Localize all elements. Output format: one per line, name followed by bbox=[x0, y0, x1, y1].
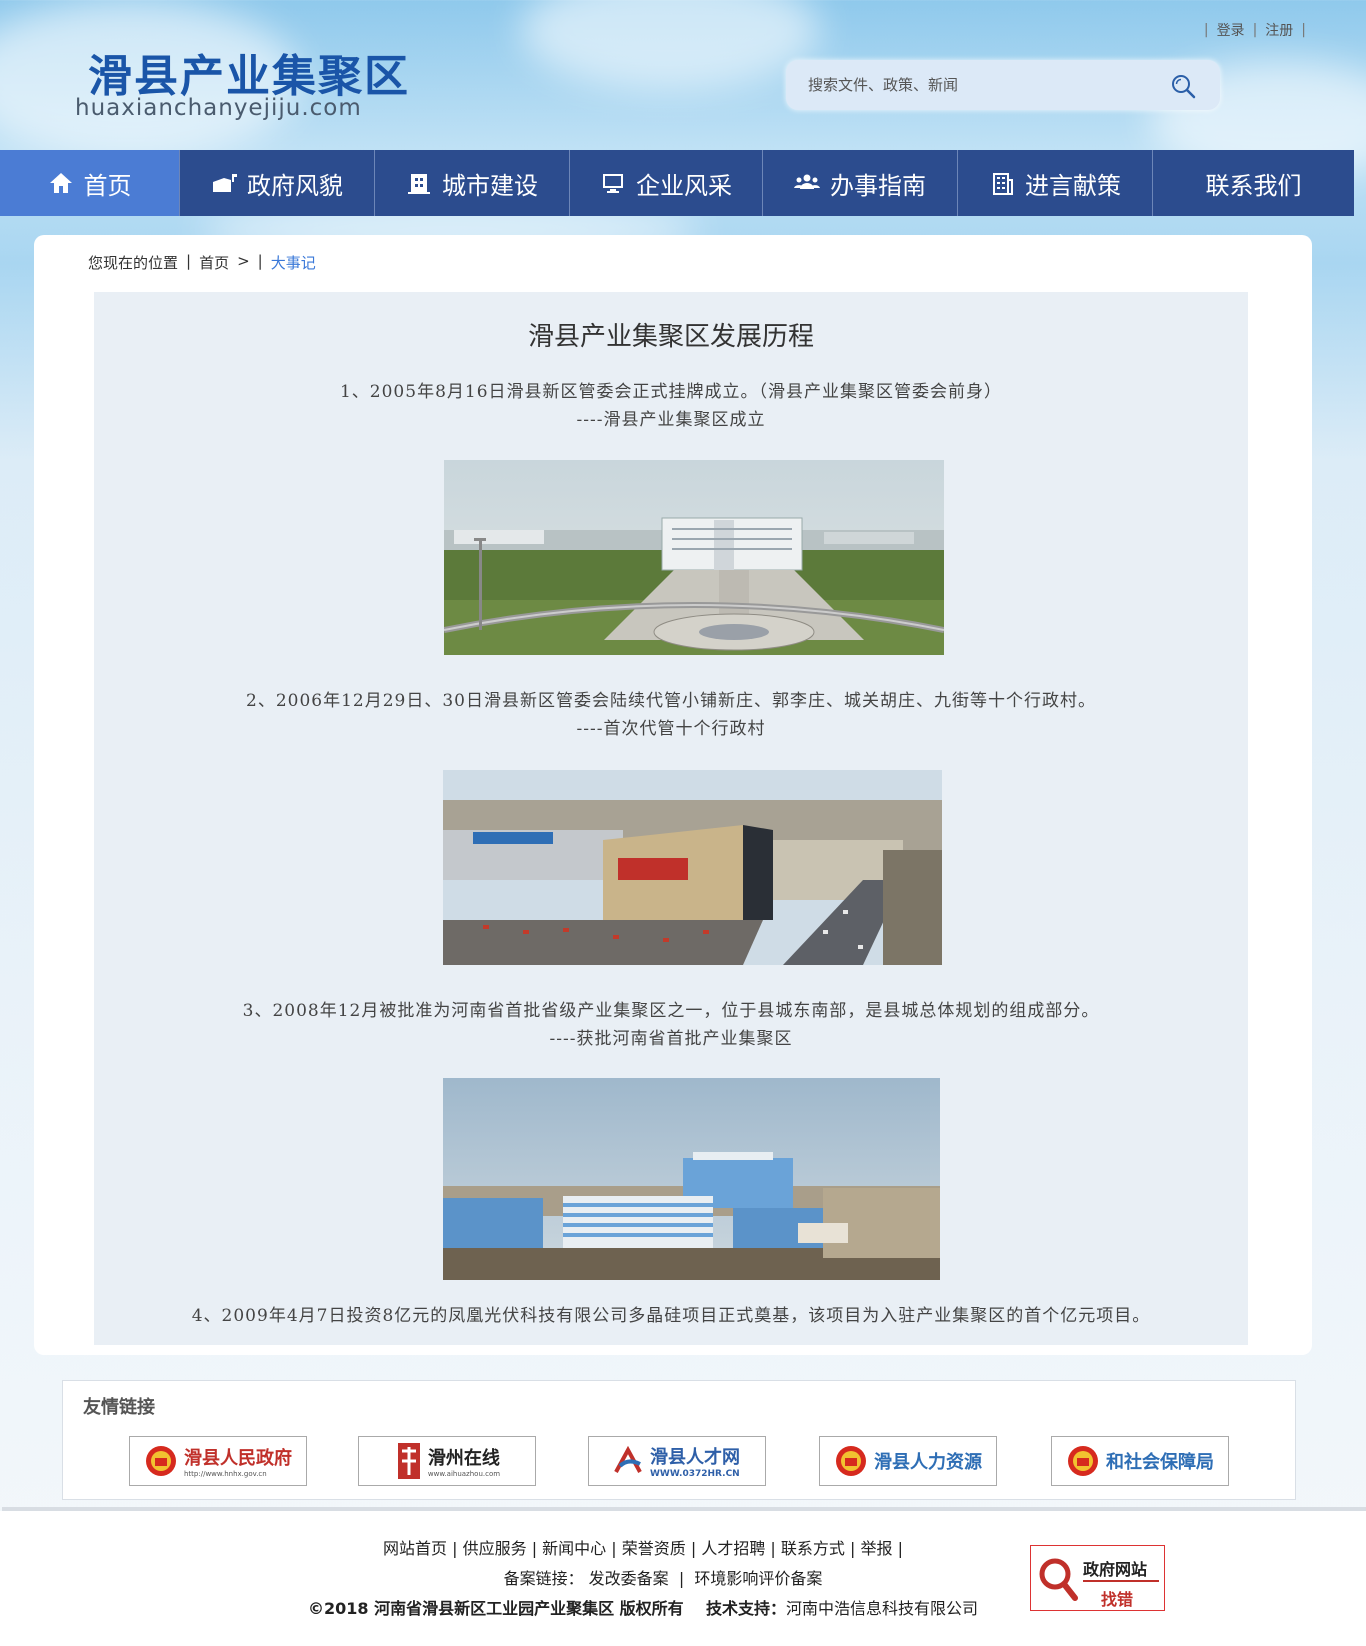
nav-item-label: 首页 bbox=[83, 171, 132, 200]
link-huaxian-hr[interactable]: 滑县人力资源 bbox=[819, 1436, 997, 1486]
nav-item-suggestions[interactable]: 进言献策 bbox=[958, 150, 1153, 216]
nav-item-label: 企业风采 bbox=[636, 171, 732, 200]
timeline-entry: 2、2006年12月29日、30日滑县新区管委会陆续代管小铺新庄、郭李庄、城关胡… bbox=[94, 687, 1248, 743]
copyright-text: ©2018 河南省滑县新区工业园产业聚集区 版权所有 bbox=[308, 1599, 684, 1618]
entry-text: 4、2009年4月7日投资8亿元的凤凰光伏科技有限公司多晶硅项目正式奠基，该项目… bbox=[191, 1306, 1151, 1326]
footer-link-home[interactable]: 网站首页 bbox=[383, 1539, 447, 1558]
link-name: 滑州在线 bbox=[427, 1448, 500, 1469]
building-icon bbox=[408, 174, 430, 194]
breadcrumb-current: 大事记 bbox=[270, 254, 316, 272]
nav-item-label: 城市建设 bbox=[442, 171, 538, 200]
link-url: WWW.0372HR.CN bbox=[650, 1469, 740, 1479]
badge-divider bbox=[1083, 1580, 1159, 1582]
link-url: www.aihuazhou.com bbox=[427, 1470, 501, 1478]
entry-subtitle: ----获批河南省首批产业集聚区 bbox=[549, 1029, 793, 1049]
national-emblem-icon bbox=[836, 1446, 866, 1476]
nav-item-label: 进言献策 bbox=[1025, 171, 1121, 200]
link-name: 滑县人力资源 bbox=[874, 1452, 982, 1473]
article-content: 滑县产业集聚区发展历程 1、2005年8月16日滑县新区管委会正式挂牌成立。（滑… bbox=[94, 292, 1248, 1345]
search-box bbox=[786, 60, 1220, 110]
breadcrumb-prefix: 您现在的位置 bbox=[88, 254, 179, 272]
footer-link-report[interactable]: 举报 bbox=[860, 1539, 892, 1558]
admin-building-photo bbox=[444, 460, 944, 655]
account-links: | 登录 | 注册 | bbox=[1204, 20, 1306, 40]
nav-item-contact[interactable]: 联系我们 bbox=[1153, 150, 1354, 216]
home-icon bbox=[49, 173, 72, 193]
entry-text: 1、2005年8月16日滑县新区管委会正式挂牌成立。（滑县产业集聚区管委会前身） bbox=[339, 382, 1003, 402]
beian-link-environment[interactable]: 环境影响评价备案 bbox=[694, 1569, 822, 1588]
separator: | bbox=[257, 252, 263, 270]
nav-item-city-construction[interactable]: 城市建设 bbox=[375, 150, 570, 216]
hospital-cityscape-photo bbox=[443, 1078, 940, 1280]
link-huazhou-online[interactable]: 滑州在线 www.aihuazhou.com bbox=[358, 1436, 536, 1486]
separator: | bbox=[1203, 22, 1209, 38]
city-logo-icon bbox=[397, 1443, 420, 1479]
link-name: 滑县人民政府 bbox=[184, 1448, 292, 1469]
timeline-entry: 1、2005年8月16日滑县新区管委会正式挂牌成立。（滑县产业集聚区管委会前身）… bbox=[94, 378, 1248, 434]
footer-link-news[interactable]: 新闻中心 bbox=[542, 1539, 606, 1558]
footer-link-contact[interactable]: 联系方式 bbox=[781, 1539, 845, 1558]
nav-item-enterprise[interactable]: 企业风采 bbox=[570, 150, 763, 216]
link-huaxian-talent[interactable]: 滑县人才网 WWW.0372HR.CN bbox=[588, 1436, 766, 1486]
friendly-links: 友情链接 滑县人民政府 http://www.hnhx.gov.cn 滑州在线 … bbox=[62, 1380, 1296, 1500]
breadcrumb: 您现在的位置 | 首页 > | 大事记 bbox=[88, 252, 316, 273]
badge-title: 政府网站 bbox=[1083, 1560, 1148, 1579]
article-title: 滑县产业集聚区发展历程 bbox=[527, 322, 814, 352]
talent-logo-icon bbox=[614, 1446, 642, 1473]
link-huaxian-government[interactable]: 滑县人民政府 http://www.hnhx.gov.cn bbox=[129, 1436, 307, 1486]
shopping-mall-photo bbox=[443, 770, 942, 965]
entry-text: 2、2006年12月29日、30日滑县新区管委会陆续代管小铺新庄、郭李庄、城关胡… bbox=[246, 691, 1096, 711]
magnifier-icon bbox=[1039, 1558, 1078, 1601]
footer-link-jobs[interactable]: 人才招聘 bbox=[701, 1539, 765, 1558]
badge-subtitle: 找错 bbox=[1101, 1590, 1134, 1609]
breadcrumb-home[interactable]: 首页 bbox=[199, 252, 229, 273]
nav-item-government[interactable]: 政府风貌 bbox=[180, 150, 375, 216]
entry-subtitle: ----首次代管十个行政村 bbox=[576, 719, 766, 739]
site-logo-domain: huaxianchanyejiju.com bbox=[75, 95, 362, 121]
monitor-icon bbox=[603, 174, 623, 193]
nav-item-label: 政府风貌 bbox=[247, 171, 343, 200]
nav-item-service-guide[interactable]: 办事指南 bbox=[763, 150, 958, 216]
beian-link-ndrc[interactable]: 发改委备案 bbox=[589, 1569, 669, 1588]
timeline-entry: 4、2009年4月7日投资8亿元的凤凰光伏科技有限公司多晶硅项目正式奠基，该项目… bbox=[94, 1302, 1248, 1330]
link-name: 和社会保障局 bbox=[1106, 1452, 1214, 1473]
national-emblem-icon bbox=[146, 1446, 176, 1476]
nav-item-label: 办事指南 bbox=[830, 171, 926, 200]
nav-item-label: 联系我们 bbox=[1205, 171, 1302, 200]
entry-subtitle: ----滑县产业集聚区成立 bbox=[576, 410, 766, 430]
search-input[interactable] bbox=[808, 73, 1148, 97]
national-emblem-icon bbox=[1068, 1446, 1098, 1476]
timeline-entry: 3、2008年12月被批准为河南省首批省级产业集聚区之一，位于县城东南部，是县城… bbox=[94, 997, 1248, 1053]
link-social-security[interactable]: 和社会保障局 bbox=[1051, 1436, 1229, 1486]
government-icon bbox=[213, 174, 237, 192]
separator: | bbox=[1252, 22, 1258, 38]
register-link[interactable]: 注册 bbox=[1265, 20, 1293, 40]
nav-item-home[interactable]: 首页 bbox=[0, 150, 180, 216]
beian-label: 备案链接： bbox=[503, 1569, 584, 1588]
search-icon bbox=[1172, 75, 1196, 99]
link-name: 滑县人才网 bbox=[650, 1447, 740, 1468]
office-tower-icon bbox=[993, 173, 1013, 195]
footer-link-honors[interactable]: 荣誉资质 bbox=[622, 1539, 686, 1558]
entry-text: 3、2008年12月被批准为河南省首批省级产业集聚区之一，位于县城东南部，是县城… bbox=[242, 1001, 1100, 1021]
login-link[interactable]: 登录 bbox=[1217, 20, 1245, 40]
gov-site-error-badge[interactable]: 政府网站 找错 bbox=[1030, 1545, 1165, 1611]
friendly-links-title: 友情链接 bbox=[83, 1397, 155, 1418]
tech-support-company: 河南中浩信息科技有限公司 bbox=[785, 1599, 978, 1618]
link-url: http://www.hnhx.gov.cn bbox=[184, 1470, 267, 1478]
breadcrumb-arrow: > bbox=[237, 252, 250, 270]
tech-support-label: 技术支持： bbox=[705, 1599, 786, 1618]
separator: | bbox=[1301, 22, 1306, 38]
footer-link-supply[interactable]: 供应服务 bbox=[463, 1539, 527, 1558]
search-button[interactable] bbox=[1170, 73, 1196, 99]
people-icon bbox=[794, 174, 820, 189]
site-header: 滑县产业集聚区 huaxianchanyejiju.com | 登录 | 注册 … bbox=[0, 0, 1366, 150]
separator: | bbox=[186, 252, 192, 270]
main-nav: 首页 政府风貌 城市建设 企业风采 办事指南 进言献策 联系我们 bbox=[0, 150, 1354, 216]
